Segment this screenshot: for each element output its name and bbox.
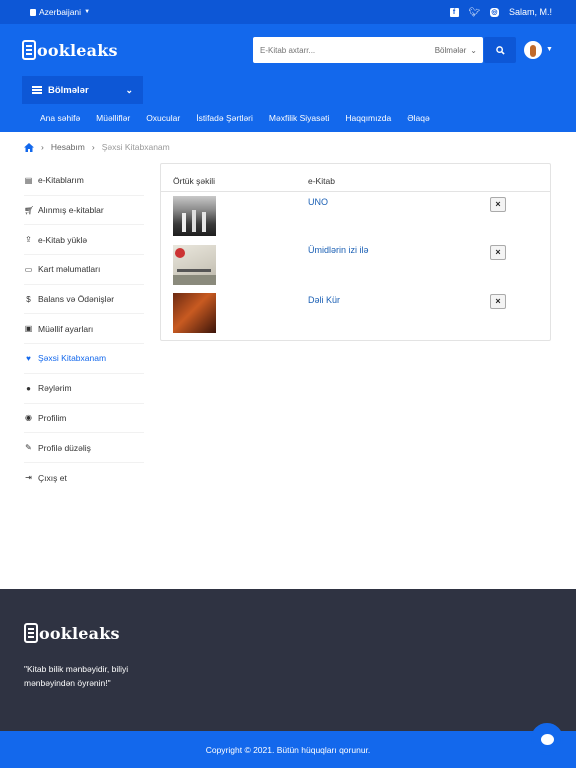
sidebar-item-my-ebooks[interactable]: ▤ e-Kitablarım [24,166,144,196]
breadcrumb-account[interactable]: Hesabım [51,142,85,152]
sidebar-item-author-settings[interactable]: ▣ Müəllif ayarları [24,314,144,345]
breadcrumb-current: Şəxsi Kitabxanam [101,142,170,152]
facebook-icon[interactable]: f [449,7,459,17]
sidebar-item-label: Alınmış e-kitablar [38,205,104,216]
sidebar-item-personal-library[interactable]: ♥ Şəxsi Kitabxanam [24,344,144,374]
top-bar: Azerbaijani ▼ f 🐦︎ ◎ Salam, M.! [0,0,576,24]
divider [161,191,550,192]
remove-button[interactable]: × [490,245,506,260]
sidebar-item-card-info[interactable]: ▭ Kart məlumatları [24,255,144,285]
footer-quote: "Kitab bilik mənbəyidir, biliyi mənbəyin… [24,664,129,688]
language-selector[interactable]: Azerbaijani ▼ [30,7,90,17]
sidebar-item-label: Şəxsi Kitabxanam [38,353,107,364]
copyright-text: Copyright © 2021. Bütün hüquqları qorunu… [205,744,371,755]
menu-item-about[interactable]: Haqqımızda [345,113,391,123]
book-cover-image[interactable] [173,293,216,333]
menu-item-privacy[interactable]: Məxfilik Siyasəti [269,113,329,123]
instagram-icon[interactable]: ◎ [489,7,499,17]
sidebar-item-label: Balans və Ödənişlər [38,294,115,305]
sidebar-item-label: Kart məlumatları [38,264,101,275]
avatar-caret-icon[interactable]: ▼ [546,46,553,53]
menu-item-contact[interactable]: Əlaqə [407,113,429,123]
chevron-down-icon: ⌄ [125,84,133,95]
user-square-icon: ▣ [24,324,33,334]
sections-label: Bölmələr [48,84,89,96]
user-circle-icon: ◉ [25,413,32,423]
sidebar-item-label: Rəylərim [38,383,72,394]
home-icon[interactable] [24,142,34,152]
library-table: Örtük şəkili e-Kitab UNO × Ümidlərin izi… [160,163,551,341]
heart-icon: ♥ [26,353,31,363]
book-cover-image[interactable] [173,245,216,285]
dollar-icon: $ [26,294,31,304]
main-menu: Ana səhifə Müəlliflər Oxucular İstifadə … [40,113,446,123]
upload-icon: ⇪ [25,235,32,245]
logo-text: ookleaks [37,40,118,60]
language-label: Azerbaijani [39,7,82,17]
search-icon [495,45,505,55]
menu-item-terms[interactable]: İstifadə Şərtləri [196,113,253,123]
sidebar-item-profile[interactable]: ◉ Profilim [24,404,144,434]
category-select[interactable]: Bölmələr ⌄ [435,46,483,55]
category-select-label: Bölmələr [434,45,467,55]
book-icon: ▤ [24,175,33,185]
copyright-bar: Copyright © 2021. Bütün hüquqları qorunu… [0,731,576,768]
cart-icon: 🛒︎ [24,205,35,215]
menu-item-home[interactable]: Ana səhifə [40,113,80,123]
greeting-text[interactable]: Salam, M.! [509,7,552,17]
breadcrumb-separator-icon: › [91,142,95,152]
caret-down-icon: ▼ [84,9,91,15]
book-title-link[interactable]: Ümidlərin izi ilə [308,245,369,255]
flag-icon [30,8,36,16]
avatar[interactable] [524,41,542,59]
sidebar-item-label: Çıxış et [38,472,67,483]
hamburger-icon [32,86,42,94]
comment-icon: ● [26,383,31,393]
search-input[interactable] [253,37,435,63]
main-navbar: Bölmələr ⌄ Ana səhifə Müəlliflər Oxucula… [0,76,576,132]
twitter-icon[interactable]: 🐦︎ [469,7,480,18]
edit-icon: ✎ [25,443,32,453]
breadcrumb-separator-icon: › [41,142,44,152]
book-title-link[interactable]: UNO [308,197,328,207]
header: ookleaks Bölmələr ⌄ ▼ [0,24,576,76]
menu-item-readers[interactable]: Oxucular [146,113,180,123]
logo-book-icon [22,40,36,60]
chevron-down-icon: ⌄ [470,45,477,55]
sidebar-item-balance[interactable]: $ Balans və Ödənişlər [24,285,144,315]
sidebar-item-logout[interactable]: ⇥ Çıxış et [24,463,144,493]
credit-card-icon: ▭ [24,264,33,274]
remove-button[interactable]: × [490,294,506,309]
search-button[interactable] [484,37,516,63]
search-box: Bölmələr ⌄ [253,37,483,63]
book-title-link[interactable]: Dəli Kür [308,295,340,305]
account-sidebar: ▤ e-Kitablarım 🛒︎ Alınmış e-kitablar ⇪ e… [24,166,144,493]
breadcrumb: › Hesabım › Şəxsi Kitabxanam [24,142,170,152]
footer: ookleaks "Kitab bilik mənbəyidir, biliyi… [0,589,576,731]
column-header-book: e-Kitab [308,176,335,186]
chat-button[interactable] [531,723,563,755]
sidebar-item-label: Profilə düzəliş [38,442,91,453]
sidebar-item-label: e-Kitab yüklə [38,234,88,245]
sidebar-item-upload[interactable]: ⇪ e-Kitab yüklə [24,225,144,256]
site-logo[interactable]: ookleaks [22,40,118,60]
column-header-cover: Örtük şəkili [173,176,216,186]
book-cover-image[interactable] [173,196,216,236]
footer-logo-text: ookleaks [39,623,120,643]
remove-button[interactable]: × [490,197,506,212]
sections-button[interactable]: Bölmələr ⌄ [22,76,143,104]
footer-logo[interactable]: ookleaks [24,623,120,643]
logo-book-icon [24,623,38,643]
sidebar-item-label: Müəllif ayarları [38,323,94,334]
sign-out-icon: ⇥ [25,473,32,483]
sidebar-item-edit-profile[interactable]: ✎ Profilə düzəliş [24,433,144,463]
sidebar-item-label: e-Kitablarım [38,175,84,186]
menu-item-authors[interactable]: Müəlliflər [96,113,130,123]
sidebar-item-label: Profilim [38,412,67,423]
sidebar-item-reviews[interactable]: ● Rəylərim [24,374,144,404]
sidebar-item-purchased[interactable]: 🛒︎ Alınmış e-kitablar [24,196,144,226]
